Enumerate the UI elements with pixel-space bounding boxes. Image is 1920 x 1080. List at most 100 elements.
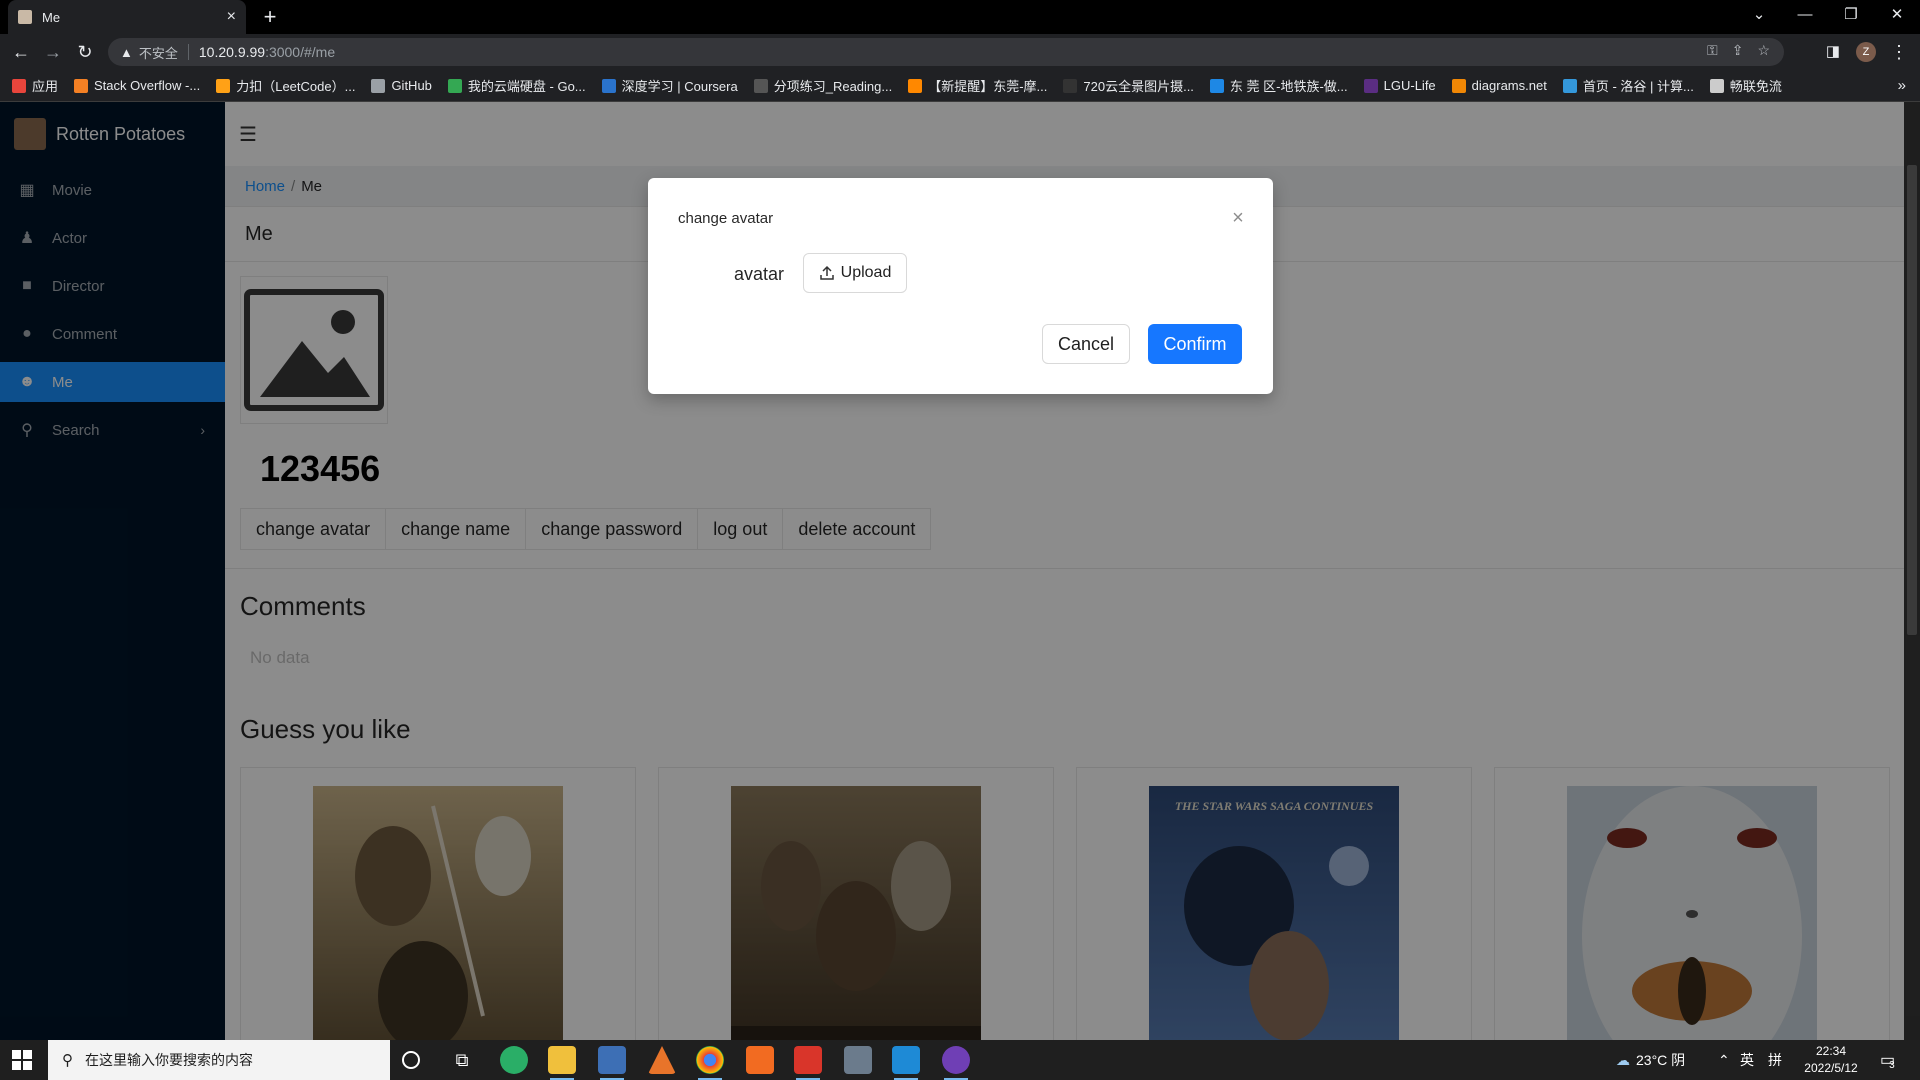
windows-taskbar: ⚲ 在这里输入你要搜索的内容 ⧉ ☁ 23°C 阴 ⌃ 英 拼 22:34 20… (0, 1040, 1920, 1080)
minimize-icon[interactable]: — (1782, 0, 1828, 30)
weather-widget[interactable]: ☁ 23°C 阴 (1616, 1040, 1685, 1080)
bookmark-item[interactable]: 720云全景图片摄... (1063, 76, 1194, 95)
bookmark-favicon-icon (74, 78, 89, 93)
profile-avatar[interactable]: Z (1856, 42, 1876, 62)
cancel-button[interactable]: Cancel (1042, 324, 1130, 364)
bookmark-favicon-icon (1209, 78, 1224, 93)
bookmark-favicon-icon (1063, 78, 1078, 93)
warning-icon: ▲ (120, 44, 133, 60)
bookmark-item[interactable]: 我的云端硬盘 - Go... (447, 76, 586, 95)
bookmark-label: 我的云端硬盘 - Go... (467, 79, 586, 94)
tray-overflow-icon[interactable]: ⌃ (1718, 1040, 1730, 1080)
browser-tab[interactable]: Me × (8, 0, 246, 34)
bookmark-label: Stack Overflow -... (94, 78, 201, 93)
password-key-icon[interactable]: ⚿ (1707, 42, 1718, 59)
bookmark-label: 东 莞 区-地铁族-做... (1229, 79, 1348, 94)
bookmark-item[interactable]: 分项练习_Reading... (753, 76, 893, 95)
bookmark-item[interactable]: LGU-Life (1363, 78, 1436, 93)
change-avatar-modal: change avatar × avatar Upload Cancel Con… (648, 178, 1273, 394)
bookmark-favicon-icon (216, 78, 231, 93)
share-icon[interactable]: ⇪ (1732, 42, 1744, 59)
bookmark-label: 分项练习_Reading... (773, 79, 893, 94)
insecure-label: 不安全 (138, 45, 178, 61)
notification-count: 3 (1889, 1059, 1895, 1071)
wechat-icon[interactable] (500, 1046, 528, 1074)
bookmark-item[interactable]: 【新提醒】东莞-摩... (908, 76, 1047, 95)
tab-search-icon[interactable]: ⌄ (1736, 0, 1782, 30)
notification-icon[interactable]: ▭ 3 (1880, 1040, 1895, 1080)
url-text: 10.20.9.99:3000/#/me (198, 44, 336, 60)
bookmark-label: 畅联免流 (1729, 79, 1782, 94)
bookmark-item[interactable]: GitHub (371, 78, 432, 93)
xampp-icon[interactable] (746, 1046, 774, 1074)
ime-mode[interactable]: 拼 (1768, 1040, 1782, 1080)
taskbar-search[interactable]: ⚲ 在这里输入你要搜索的内容 (48, 1040, 390, 1080)
bookmark-label: 【新提醒】东莞-摩... (928, 79, 1048, 94)
bookmark-favicon-icon (371, 78, 386, 93)
bookmark-star-icon[interactable]: ☆ (1757, 42, 1770, 59)
clock-time: 22:34 (1815, 1044, 1847, 1058)
typora-icon[interactable] (598, 1046, 626, 1080)
upload-label: Upload (840, 264, 892, 281)
tab-close-icon[interactable]: × (227, 8, 236, 26)
window-close-icon[interactable]: ✕ (1874, 0, 1920, 30)
address-bar[interactable]: ▲ 不安全 10.20.9.99:3000/#/me ⚿ ⇪ ☆ (108, 38, 1784, 66)
browser-toolbar: ← → ↻ ▲ 不安全 10.20.9.99:3000/#/me ⚿ ⇪ ☆ ◨… (0, 34, 1920, 70)
back-icon[interactable]: ← (8, 39, 34, 65)
search-icon: ⚲ (62, 1052, 73, 1069)
bookmark-label: GitHub (391, 78, 432, 93)
matlab-icon[interactable] (648, 1046, 676, 1074)
file-explorer-icon[interactable] (548, 1046, 576, 1080)
bookmarks-overflow-icon[interactable]: » (1898, 77, 1906, 94)
bookmark-favicon-icon (753, 78, 768, 93)
browser-tab-strip: Me × + ⌄ — ❐ ✕ (0, 0, 1920, 34)
app-icon[interactable] (844, 1046, 872, 1074)
bookmark-item[interactable]: 首页 - 洛谷 | 计算... (1562, 76, 1694, 95)
bookmark-item[interactable]: diagrams.net (1451, 78, 1547, 93)
clock-date: 2022/5/12 (1804, 1061, 1858, 1075)
vscode-icon[interactable] (892, 1046, 920, 1080)
task-view-icon[interactable]: ⧉ (448, 1046, 476, 1074)
ime-language[interactable]: 英 (1740, 1040, 1754, 1080)
modal-title: change avatar (678, 210, 774, 227)
confirm-button[interactable]: Confirm (1148, 324, 1242, 364)
windows-start-icon[interactable] (12, 1050, 32, 1070)
weather-text: 23°C 阴 (1636, 1052, 1686, 1068)
bookmark-favicon-icon (1363, 78, 1378, 93)
forward-icon[interactable]: → (40, 39, 66, 65)
cortana-icon[interactable] (402, 1051, 420, 1069)
bookmark-label: 深度学习 | Coursera (621, 79, 738, 94)
chrome-icon[interactable] (696, 1046, 724, 1080)
github-desktop-icon[interactable] (942, 1046, 970, 1080)
system-clock[interactable]: 22:34 2022/5/12 (1796, 1043, 1866, 1077)
favicon-icon (18, 10, 32, 24)
bookmark-label: LGU-Life (1383, 78, 1436, 93)
bookmark-favicon-icon (1451, 78, 1466, 93)
bookmark-label: diagrams.net (1471, 78, 1547, 93)
avatar-field-label: avatar (734, 264, 785, 284)
bookmark-item[interactable]: 深度学习 | Coursera (601, 76, 738, 95)
taskbar-search-placeholder: 在这里输入你要搜索的内容 (85, 1052, 253, 1068)
bookmarks-bar: 应用 Stack Overflow -... 力扣（LeetCode）... GitH… (0, 70, 1920, 102)
bookmark-item[interactable]: 东 莞 区-地铁族-做... (1209, 76, 1348, 95)
bookmark-favicon-icon (12, 78, 26, 93)
bookmark-item[interactable]: 应用 (12, 76, 58, 95)
reload-icon[interactable]: ↻ (72, 39, 98, 65)
bookmark-label: 力扣（LeetCode）... (236, 79, 356, 94)
upload-button[interactable]: Upload (803, 253, 907, 293)
bookmark-favicon-icon (601, 78, 616, 93)
restore-icon[interactable]: ❐ (1828, 0, 1874, 30)
wps-icon[interactable] (794, 1046, 822, 1080)
bookmark-item[interactable]: 力扣（LeetCode）... (216, 76, 355, 95)
cloud-icon: ☁ (1616, 1051, 1630, 1068)
close-icon[interactable]: × (1228, 208, 1248, 228)
new-tab-button[interactable]: + (258, 4, 282, 30)
bookmark-item[interactable]: Stack Overflow -... (74, 78, 200, 93)
tab-title: Me (42, 9, 61, 25)
browser-menu-icon[interactable]: ⋮ (1886, 39, 1912, 65)
bookmark-label: 720云全景图片摄... (1083, 79, 1194, 94)
bookmark-favicon-icon (447, 78, 462, 93)
side-panel-icon[interactable]: ◨ (1820, 39, 1846, 65)
bookmark-label: 应用 (32, 79, 59, 94)
bookmark-item[interactable]: 畅联免流 (1709, 76, 1782, 95)
